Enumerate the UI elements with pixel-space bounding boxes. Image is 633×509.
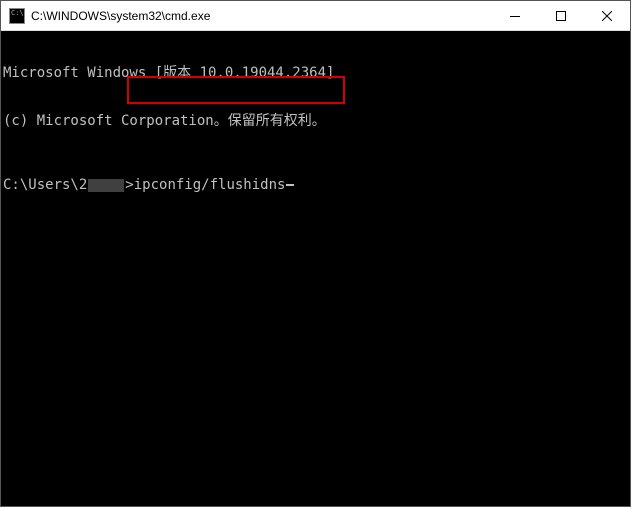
cmd-icon (9, 8, 25, 24)
copyright-line: (c) Microsoft Corporation。保留所有权利。 (3, 113, 630, 129)
cmd-window: C:\WINDOWS\system32\cmd.exe Microsoft Wi… (0, 0, 631, 507)
command-text: ipconfig/flushidns (134, 177, 286, 193)
prompt-suffix: > (125, 177, 133, 193)
maximize-button[interactable] (538, 1, 584, 31)
titlebar[interactable]: C:\WINDOWS\system32\cmd.exe (1, 1, 630, 31)
prompt-line: C:\Users\2 >ipconfig/flushidns (3, 177, 630, 193)
prompt-prefix: C:\Users\2 (3, 177, 87, 193)
redacted-username (88, 179, 124, 192)
minimize-icon (510, 16, 520, 17)
maximize-icon (556, 11, 566, 21)
close-button[interactable] (584, 1, 630, 31)
terminal-area[interactable]: Microsoft Windows [版本 10.0.19044.2364] (… (1, 31, 630, 506)
window-controls (492, 1, 630, 30)
window-title: C:\WINDOWS\system32\cmd.exe (31, 9, 492, 23)
minimize-button[interactable] (492, 1, 538, 31)
close-icon (602, 11, 612, 21)
version-line: Microsoft Windows [版本 10.0.19044.2364] (3, 65, 630, 81)
cursor (286, 184, 294, 186)
